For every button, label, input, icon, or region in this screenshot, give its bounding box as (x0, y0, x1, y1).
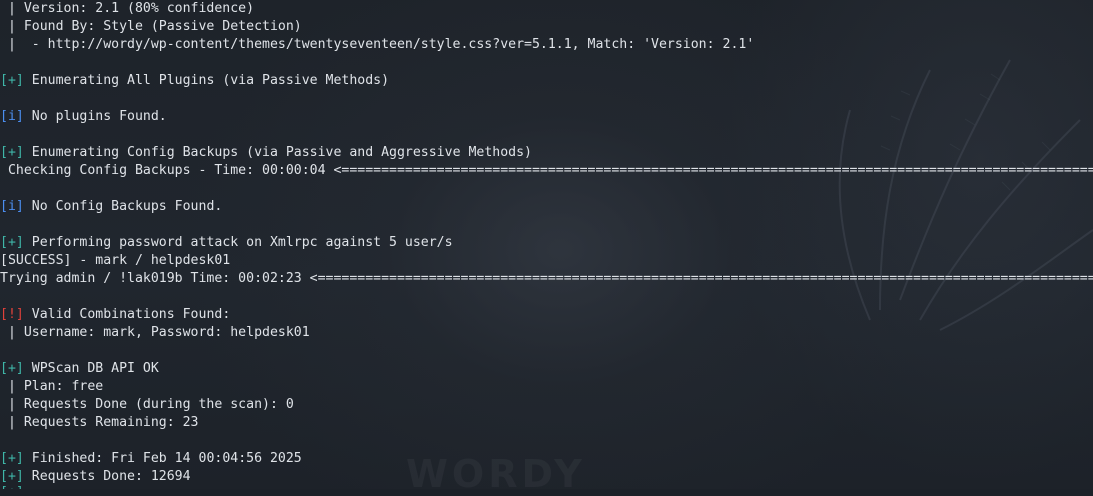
no-backups-line: [i] No Config Backups Found. (0, 198, 222, 216)
no-plugins-line: [i] No plugins Found. (0, 108, 167, 126)
plus-tag: [+] (0, 145, 24, 160)
info-tag: [i] (0, 109, 24, 124)
version-line: | Version: 2.1 (80% confidence) (0, 1, 255, 16)
plus-tag: [+] (0, 451, 24, 466)
password-attack-line: [+] Performing password attack on Xmlrpc… (0, 234, 453, 252)
requests-done-scan-line: | Requests Done (during the scan): 0 (0, 397, 294, 412)
trying-text: Trying admin / !lak019b Time: 00:02:23 < (0, 271, 318, 286)
requests-done-line: [+] Requests Done: 12694 (0, 468, 191, 486)
enum-plugins-line: [+] Enumerating All Plugins (via Passive… (0, 72, 389, 90)
terminal-output[interactable]: | Version: 2.1 (80% confidence) | Found … (0, 0, 1093, 489)
trying-line: Trying admin / !lak019b Time: 00:02:23 <… (0, 270, 1093, 288)
success-line: [SUCCESS] - mark / helpdesk01 (0, 253, 231, 268)
requests-remaining-line: | Requests Remaining: 23 (0, 415, 199, 430)
valid-combos-line: [!] Valid Combinations Found: (0, 306, 230, 324)
credentials-line: | Username: mark, Password: helpdesk01 (0, 325, 310, 340)
info-tag: [i] (0, 199, 24, 214)
api-ok-text: WPScan DB API OK (23, 361, 159, 376)
plan-line: | Plan: free (0, 379, 104, 394)
plus-tag: [+] (0, 73, 24, 88)
api-ok-line: [+] WPScan DB API OK (0, 360, 159, 378)
progress-bar: ========================================… (341, 163, 1093, 178)
enum-backups-text: Enumerating Config Backups (via Passive … (23, 145, 532, 160)
match-line: | - http://wordy/wp-content/themes/twent… (0, 37, 755, 52)
progress-bar: ========================================… (317, 271, 1093, 286)
checking-backups-text: Checking Config Backups - Time: 00:00:04… (0, 163, 342, 178)
finished-line: [+] Finished: Fri Feb 14 00:04:56 2025 (0, 450, 302, 468)
plus-tag: [+] (0, 361, 24, 376)
no-backups-text: No Config Backups Found. (23, 199, 223, 214)
no-plugins-text: No plugins Found. (23, 109, 167, 124)
warn-tag: [!] (0, 307, 24, 322)
valid-combos-text: Valid Combinations Found: (23, 307, 231, 322)
password-attack-text: Performing password attack on Xmlrpc aga… (23, 235, 453, 250)
finished-text: Finished: Fri Feb 14 00:04:56 2025 (23, 451, 302, 466)
requests-done-text: Requests Done: 12694 (23, 469, 191, 484)
plus-tag: [+] (0, 485, 24, 489)
found-by-line: | Found By: Style (Passive Detection) (0, 19, 302, 34)
next-line-partial: [+] (0, 484, 24, 489)
enum-backups-line: [+] Enumerating Config Backups (via Pass… (0, 144, 532, 162)
enum-plugins-text: Enumerating All Plugins (via Passive Met… (23, 73, 390, 88)
plus-tag: [+] (0, 469, 24, 484)
checking-backups-line: Checking Config Backups - Time: 00:00:04… (0, 162, 1093, 180)
plus-tag: [+] (0, 235, 24, 250)
